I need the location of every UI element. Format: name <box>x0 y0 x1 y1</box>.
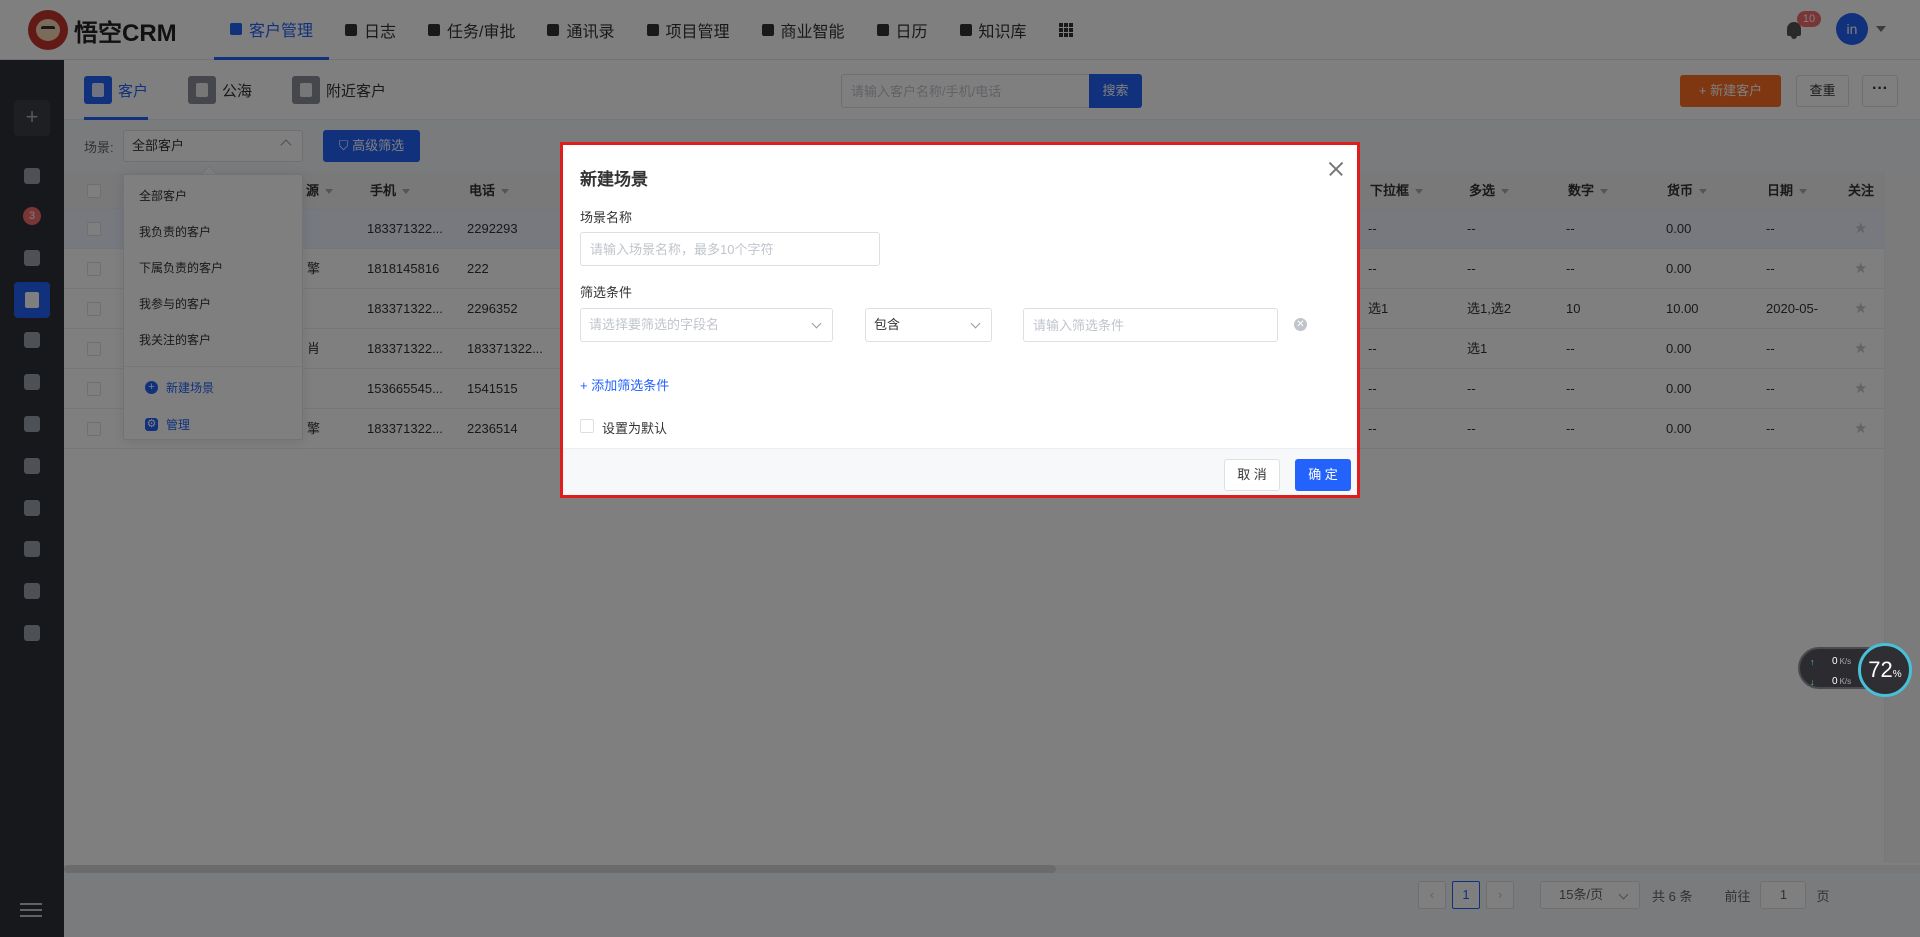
set-default-checkbox[interactable] <box>580 419 594 433</box>
new-scene-dialog: 新建场景 场景名称 筛选条件 请选择要筛选的字段名 包含 ✕ + 添加筛选条件 … <box>560 142 1360 498</box>
chevron-down-icon <box>811 318 822 329</box>
set-default-label[interactable]: 设置为默认 <box>602 418 667 437</box>
remove-condition-icon[interactable]: ✕ <box>1294 318 1307 331</box>
arrow-up-icon: ↑ <box>1810 656 1815 667</box>
arrow-down-icon: ↓ <box>1810 676 1815 687</box>
confirm-button[interactable]: 确 定 <box>1295 459 1351 491</box>
upload-speed: ↑ 0 K/s <box>1810 656 1852 667</box>
operator-select-value: 包含 <box>874 317 901 332</box>
cancel-button[interactable]: 取 消 <box>1224 459 1280 491</box>
close-icon[interactable] <box>1326 159 1346 179</box>
scene-name-input[interactable] <box>580 232 880 266</box>
add-condition-link[interactable]: + 添加筛选条件 <box>580 375 669 394</box>
network-monitor-widget[interactable]: ↑ 0 K/s ↓ 0 K/s 72% <box>1798 643 1915 697</box>
condition-value-input[interactable] <box>1023 308 1278 342</box>
cpu-percent: 72% <box>1868 657 1902 682</box>
field-select-placeholder: 请选择要筛选的字段名 <box>589 317 720 332</box>
download-speed: ↓ 0 K/s <box>1810 676 1852 687</box>
dialog-title: 新建场景 <box>580 170 648 189</box>
scene-name-label: 场景名称 <box>580 210 633 225</box>
field-select[interactable]: 请选择要筛选的字段名 <box>580 308 833 342</box>
dialog-footer: 取 消 确 定 <box>563 448 1357 495</box>
operator-select[interactable]: 包含 <box>865 308 992 342</box>
filter-condition-label: 筛选条件 <box>580 285 633 300</box>
chevron-down-icon <box>970 318 981 329</box>
